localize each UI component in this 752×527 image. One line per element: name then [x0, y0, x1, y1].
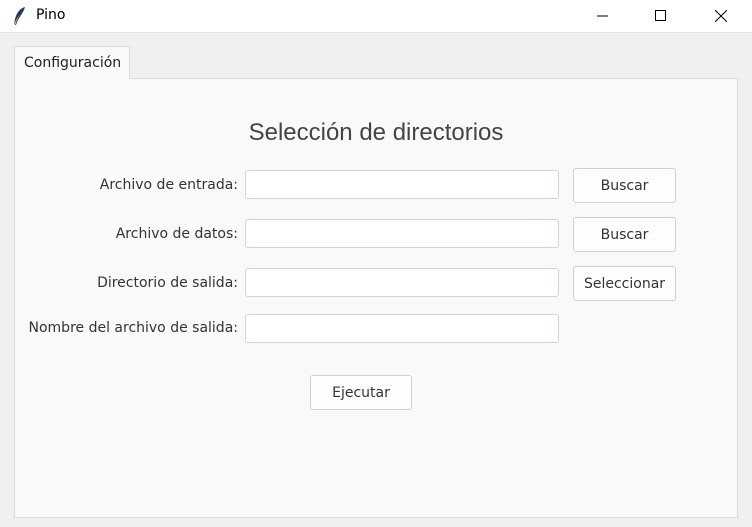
output-filename-field[interactable] — [245, 314, 559, 343]
output-directory-label: Directorio de salida: — [97, 275, 238, 291]
data-file-label: Archivo de datos: — [115, 226, 238, 242]
browse-input-file-button[interactable]: Buscar — [573, 168, 676, 203]
maximize-button[interactable] — [638, 0, 684, 32]
close-icon — [714, 7, 728, 26]
page-title: Selección de directorios — [248, 119, 504, 146]
minimize-icon — [597, 7, 609, 26]
maximize-icon — [655, 7, 667, 26]
browse-data-file-button[interactable]: Buscar — [573, 217, 676, 252]
output-filename-label: Nombre del archivo de salida: — [28, 320, 239, 336]
app-window: Pino Configuración Selección de director… — [0, 0, 752, 527]
tab-configuracion[interactable]: Configuración — [14, 46, 130, 79]
feather-icon — [12, 6, 28, 26]
window-title: Pino — [36, 7, 66, 23]
tab-strip — [130, 46, 738, 78]
select-output-directory-button[interactable]: Seleccionar — [573, 266, 676, 301]
title-bar: Pino — [0, 0, 752, 33]
close-button[interactable] — [698, 0, 744, 32]
input-file-label: Archivo de entrada: — [99, 177, 238, 193]
data-file-field[interactable] — [245, 219, 559, 248]
minimize-button[interactable] — [580, 0, 626, 32]
output-directory-field[interactable] — [245, 268, 559, 297]
run-button[interactable]: Ejecutar — [310, 375, 412, 410]
input-file-field[interactable] — [245, 170, 559, 199]
